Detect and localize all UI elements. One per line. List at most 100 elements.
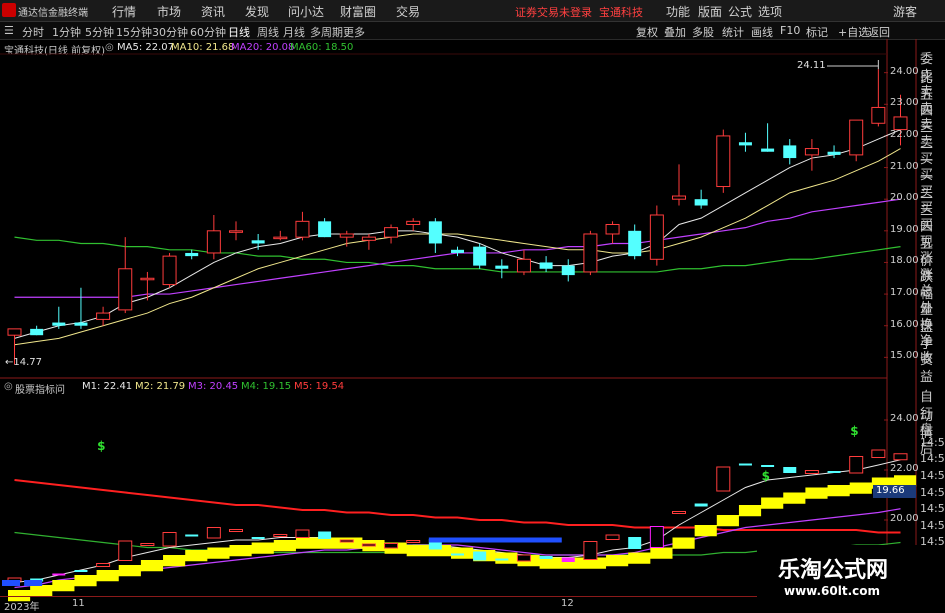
sub-candle-up: [339, 539, 354, 543]
tab-period-7[interactable]: 周线: [257, 24, 279, 40]
candle-body-up: [162, 255, 177, 286]
candle-body-up: [206, 230, 221, 254]
tab-period-8[interactable]: 月线: [283, 24, 305, 40]
toolbar-button-0[interactable]: 复权: [636, 24, 658, 40]
main-y-tick-7: 22.00: [890, 128, 919, 140]
candle-body-down: [428, 221, 442, 244]
menu-right-item-3[interactable]: 选项: [758, 3, 782, 20]
signal-marker-icon: $: [97, 439, 105, 453]
sub-candle-down: [761, 465, 775, 467]
sub-candle-down: [74, 570, 88, 572]
candle-body-up: [649, 214, 664, 260]
candle-body-down: [251, 240, 265, 244]
menu-right-item-1[interactable]: 版面: [698, 3, 722, 20]
list-icon[interactable]: ☰: [4, 24, 14, 37]
candle-body-down: [827, 151, 841, 155]
sub-y-tick-2: 22.00: [890, 463, 919, 474]
side-label-18: 收益: [920, 350, 934, 385]
tab-period-1[interactable]: 1分钟: [52, 24, 81, 40]
sub-candle-down: [52, 573, 66, 576]
candle-body-down: [495, 265, 509, 269]
main-y-tick-8: 23.00: [890, 97, 919, 109]
sub-candle-up: [871, 449, 886, 458]
toolbar-button-4[interactable]: 画线: [751, 24, 773, 40]
side-time-8: 14:50: [920, 518, 945, 532]
x-label-nov: 11: [72, 598, 85, 609]
menu-item-5[interactable]: 财富圈: [340, 3, 376, 20]
sub-candle-down: [185, 534, 199, 537]
toolbar-button-7[interactable]: +自选: [838, 24, 869, 40]
sub-candle-down: [561, 557, 575, 562]
sub-candle-down: [628, 537, 642, 549]
candle-body-up: [96, 312, 111, 320]
tab-period-5[interactable]: 60分钟: [190, 24, 226, 40]
candle-body-up: [361, 236, 376, 241]
sub-candle-down: [495, 558, 509, 561]
sub-blue-bar: [24, 580, 43, 586]
menu-item-0[interactable]: 行情: [112, 3, 136, 20]
tab-period-9[interactable]: 多周期: [310, 24, 343, 40]
toolbar-button-6[interactable]: 标记: [806, 24, 828, 40]
candle-body-up: [893, 116, 908, 131]
toolbar-button-5[interactable]: F10: [780, 24, 800, 37]
candle-body-up: [273, 236, 288, 240]
candle-body-up: [583, 233, 598, 273]
watermark-url: www.60lt.com: [784, 584, 881, 598]
main-y-tick-5: 20.00: [890, 192, 919, 204]
kline-chart[interactable]: $ $ $: [0, 0, 945, 609]
sub-candle-up: [672, 511, 686, 514]
menu-item-4[interactable]: 问小达: [288, 3, 324, 20]
menu-item-6[interactable]: 交易: [396, 3, 420, 20]
tab-period-10[interactable]: 更多: [343, 24, 365, 40]
tab-period-2[interactable]: 5分钟: [85, 24, 114, 40]
sub-candle-up: [893, 453, 908, 461]
sub-y-tick-1: 20.00: [890, 513, 919, 524]
sub-candle-down: [783, 467, 797, 473]
sub-candle-up: [140, 543, 155, 546]
low-price-label: ←14.77: [5, 357, 43, 368]
main-y-tick-6: 21.00: [890, 160, 919, 172]
candle-body-up: [384, 227, 399, 238]
tab-period-6[interactable]: 日线: [228, 24, 250, 40]
menu-right-item-4[interactable]: 游客: [893, 3, 917, 20]
sub-candle-up: [295, 529, 310, 538]
main-y-tick-0: 15.00: [890, 350, 919, 362]
main-y-tick-1: 16.00: [890, 318, 919, 330]
side-time-5: 14:50: [920, 469, 945, 482]
tab-period-3[interactable]: 15分钟: [116, 24, 152, 40]
sub-candle-up: [649, 526, 664, 548]
candle-body-down: [318, 221, 332, 238]
toolbar-button-2[interactable]: 多股: [692, 24, 714, 40]
menu-item-2[interactable]: 资讯: [201, 3, 225, 20]
side-time-4: 14:50: [920, 452, 945, 466]
sub-candle-up: [273, 534, 288, 537]
sub-candle-up: [804, 470, 819, 474]
sub-candle-down: [473, 551, 487, 561]
menu-item-3[interactable]: 发现: [245, 3, 269, 20]
sub-blue-band: [428, 537, 562, 543]
tab-period-0[interactable]: 分时: [22, 24, 44, 40]
toolbar-button-1[interactable]: 叠加: [664, 24, 686, 40]
menu-item-1[interactable]: 市场: [157, 3, 181, 20]
sub-candle-down: [451, 553, 464, 556]
menu-right-item-2[interactable]: 公式: [728, 3, 752, 20]
toolbar-button-8[interactable]: 返回: [868, 24, 890, 40]
sub-candle-up: [384, 543, 399, 549]
candle-body-down: [738, 142, 752, 146]
candle-body-up: [140, 277, 155, 281]
sub-candle-up: [229, 529, 243, 532]
menu-right-item-0[interactable]: 功能: [666, 3, 690, 20]
candle-body-up: [849, 119, 864, 156]
candle-body-up: [804, 148, 819, 156]
candle-body-down: [74, 322, 88, 326]
sub-blue-bar: [2, 580, 20, 586]
candle-body-up: [339, 233, 354, 238]
sub-candle-down: [251, 537, 265, 539]
sub-candle-up: [118, 540, 133, 561]
tab-period-4[interactable]: 30分钟: [152, 24, 188, 40]
toolbar-button-3[interactable]: 统计: [722, 24, 744, 40]
side-time-9: 14:50: [920, 535, 945, 549]
sub-candle-up: [583, 541, 598, 560]
sub-candle-up: [516, 554, 531, 562]
candle-body-up: [871, 106, 886, 124]
